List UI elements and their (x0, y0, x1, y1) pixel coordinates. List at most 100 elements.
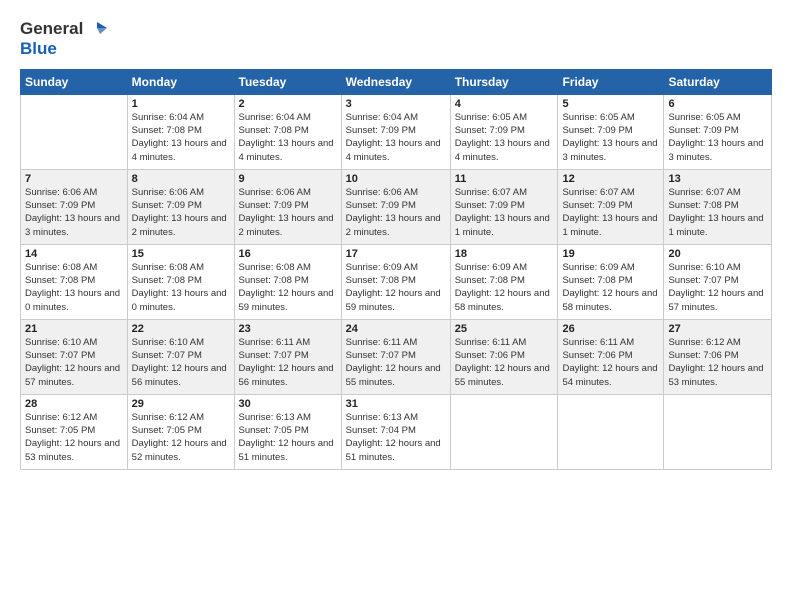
calendar-day-cell: 13Sunrise: 6:07 AMSunset: 7:08 PMDayligh… (664, 169, 772, 244)
logo-container: General Blue (20, 18, 107, 59)
day-number: 7 (25, 173, 123, 185)
calendar-day-cell: 3Sunrise: 6:04 AMSunset: 7:09 PMDaylight… (341, 94, 450, 169)
weekday-header-cell: Thursday (450, 69, 558, 94)
day-info: Sunrise: 6:11 AMSunset: 7:07 PMDaylight:… (239, 336, 337, 389)
calendar-day-cell: 6Sunrise: 6:05 AMSunset: 7:09 PMDaylight… (664, 94, 772, 169)
day-number: 6 (668, 98, 767, 110)
day-info: Sunrise: 6:07 AMSunset: 7:08 PMDaylight:… (668, 186, 767, 239)
day-info: Sunrise: 6:09 AMSunset: 7:08 PMDaylight:… (346, 261, 446, 314)
day-info: Sunrise: 6:04 AMSunset: 7:09 PMDaylight:… (346, 111, 446, 164)
day-number: 14 (25, 248, 123, 260)
calendar-day-cell: 27Sunrise: 6:12 AMSunset: 7:06 PMDayligh… (664, 319, 772, 394)
day-info: Sunrise: 6:04 AMSunset: 7:08 PMDaylight:… (239, 111, 337, 164)
calendar-day-cell: 29Sunrise: 6:12 AMSunset: 7:05 PMDayligh… (127, 394, 234, 469)
day-number: 12 (562, 173, 659, 185)
calendar-day-cell: 21Sunrise: 6:10 AMSunset: 7:07 PMDayligh… (21, 319, 128, 394)
calendar-day-cell: 16Sunrise: 6:08 AMSunset: 7:08 PMDayligh… (234, 244, 341, 319)
day-info: Sunrise: 6:10 AMSunset: 7:07 PMDaylight:… (25, 336, 123, 389)
calendar-day-cell: 12Sunrise: 6:07 AMSunset: 7:09 PMDayligh… (558, 169, 664, 244)
calendar-day-cell: 7Sunrise: 6:06 AMSunset: 7:09 PMDaylight… (21, 169, 128, 244)
calendar-day-cell: 5Sunrise: 6:05 AMSunset: 7:09 PMDaylight… (558, 94, 664, 169)
day-number: 10 (346, 173, 446, 185)
logo-blue: Blue (20, 40, 107, 59)
day-number: 17 (346, 248, 446, 260)
day-info: Sunrise: 6:12 AMSunset: 7:05 PMDaylight:… (25, 411, 123, 464)
weekday-header-cell: Tuesday (234, 69, 341, 94)
day-number: 30 (239, 398, 337, 410)
weekday-header-cell: Friday (558, 69, 664, 94)
day-number: 29 (132, 398, 230, 410)
calendar-week-row: 7 Sunrise: 6:06 AMSunset: 7:09 PMDaylight… (21, 169, 772, 244)
calendar-day-cell: 26Sunrise: 6:11 AMSunset: 7:06 PMDayligh… (558, 319, 664, 394)
calendar-day-cell: 30Sunrise: 6:13 AMSunset: 7:05 PMDayligh… (234, 394, 341, 469)
calendar-week-row: 1Sunrise: 6:04 AMSunset: 7:08 PMDaylight… (21, 94, 772, 169)
weekday-header-cell: Monday (127, 69, 234, 94)
calendar-week-row: 21Sunrise: 6:10 AMSunset: 7:07 PMDayligh… (21, 319, 772, 394)
day-info: Sunrise: 6:07 AMSunset: 7:09 PMDaylight:… (562, 186, 659, 239)
calendar-day-cell: 9Sunrise: 6:06 AMSunset: 7:09 PMDaylight… (234, 169, 341, 244)
logo-general: General (20, 20, 83, 39)
day-info: Sunrise: 6:08 AMSunset: 7:08 PMDaylight:… (239, 261, 337, 314)
calendar-day-cell: 2Sunrise: 6:04 AMSunset: 7:08 PMDaylight… (234, 94, 341, 169)
day-number: 9 (239, 173, 337, 185)
day-number: 26 (562, 323, 659, 335)
day-info: Sunrise: 6:08 AMSunset: 7:08 PMDaylight:… (132, 261, 230, 314)
logo-bird-icon (85, 18, 107, 40)
day-info: Sunrise: 6:10 AMSunset: 7:07 PMDaylight:… (132, 336, 230, 389)
calendar-day-cell: 15Sunrise: 6:08 AMSunset: 7:08 PMDayligh… (127, 244, 234, 319)
day-number: 8 (132, 173, 230, 185)
day-number: 24 (346, 323, 446, 335)
calendar-day-cell (558, 394, 664, 469)
day-number: 4 (455, 98, 554, 110)
day-number: 27 (668, 323, 767, 335)
calendar-day-cell: 1Sunrise: 6:04 AMSunset: 7:08 PMDaylight… (127, 94, 234, 169)
calendar-day-cell: 24Sunrise: 6:11 AMSunset: 7:07 PMDayligh… (341, 319, 450, 394)
calendar-day-cell: 8Sunrise: 6:06 AMSunset: 7:09 PMDaylight… (127, 169, 234, 244)
weekday-header-cell: Sunday (21, 69, 128, 94)
day-info: Sunrise: 6:06 AMSunset: 7:09 PMDaylight:… (346, 186, 446, 239)
day-info: Sunrise: 6:07 AMSunset: 7:09 PMDaylight:… (455, 186, 554, 239)
day-info: Sunrise: 6:08 AMSunset: 7:08 PMDaylight:… (25, 261, 123, 314)
day-number: 15 (132, 248, 230, 260)
day-number: 31 (346, 398, 446, 410)
calendar-day-cell: 18Sunrise: 6:09 AMSunset: 7:08 PMDayligh… (450, 244, 558, 319)
day-number: 2 (239, 98, 337, 110)
day-info: Sunrise: 6:09 AMSunset: 7:08 PMDaylight:… (455, 261, 554, 314)
day-number: 28 (25, 398, 123, 410)
calendar-day-cell (450, 394, 558, 469)
weekday-header-cell: Saturday (664, 69, 772, 94)
day-info: Sunrise: 6:12 AMSunset: 7:06 PMDaylight:… (668, 336, 767, 389)
day-number: 21 (25, 323, 123, 335)
day-info: Sunrise: 6:11 AMSunset: 7:06 PMDaylight:… (562, 336, 659, 389)
day-number: 3 (346, 98, 446, 110)
calendar-day-cell: 23Sunrise: 6:11 AMSunset: 7:07 PMDayligh… (234, 319, 341, 394)
day-number: 20 (668, 248, 767, 260)
calendar-day-cell: 17Sunrise: 6:09 AMSunset: 7:08 PMDayligh… (341, 244, 450, 319)
calendar-day-cell: 4Sunrise: 6:05 AMSunset: 7:09 PMDaylight… (450, 94, 558, 169)
calendar-day-cell (21, 94, 128, 169)
calendar-day-cell: 28Sunrise: 6:12 AMSunset: 7:05 PMDayligh… (21, 394, 128, 469)
day-info: Sunrise: 6:06 AMSunset: 7:09 PMDaylight:… (132, 186, 230, 239)
calendar-day-cell: 25Sunrise: 6:11 AMSunset: 7:06 PMDayligh… (450, 319, 558, 394)
day-number: 11 (455, 173, 554, 185)
day-number: 18 (455, 248, 554, 260)
header: General Blue (20, 18, 772, 59)
day-info: Sunrise: 6:13 AMSunset: 7:04 PMDaylight:… (346, 411, 446, 464)
day-info: Sunrise: 6:13 AMSunset: 7:05 PMDaylight:… (239, 411, 337, 464)
calendar-day-cell: 11Sunrise: 6:07 AMSunset: 7:09 PMDayligh… (450, 169, 558, 244)
day-number: 25 (455, 323, 554, 335)
day-number: 13 (668, 173, 767, 185)
day-info: Sunrise: 6:09 AMSunset: 7:08 PMDaylight:… (562, 261, 659, 314)
calendar-table: SundayMondayTuesdayWednesdayThursdayFrid… (20, 69, 772, 470)
logo: General Blue (20, 18, 107, 59)
weekday-header-cell: Wednesday (341, 69, 450, 94)
calendar-day-cell: 20Sunrise: 6:10 AMSunset: 7:07 PMDayligh… (664, 244, 772, 319)
calendar-week-row: 14Sunrise: 6:08 AMSunset: 7:08 PMDayligh… (21, 244, 772, 319)
day-info: Sunrise: 6:05 AMSunset: 7:09 PMDaylight:… (668, 111, 767, 164)
day-info: Sunrise: 6:06 AMSunset: 7:09 PMDaylight:… (239, 186, 337, 239)
calendar-day-cell (664, 394, 772, 469)
calendar-day-cell: 14Sunrise: 6:08 AMSunset: 7:08 PMDayligh… (21, 244, 128, 319)
day-info: Sunrise: 6:05 AMSunset: 7:09 PMDaylight:… (455, 111, 554, 164)
day-info: Sunrise: 6:04 AMSunset: 7:08 PMDaylight:… (132, 111, 230, 164)
calendar-day-cell: 10Sunrise: 6:06 AMSunset: 7:09 PMDayligh… (341, 169, 450, 244)
